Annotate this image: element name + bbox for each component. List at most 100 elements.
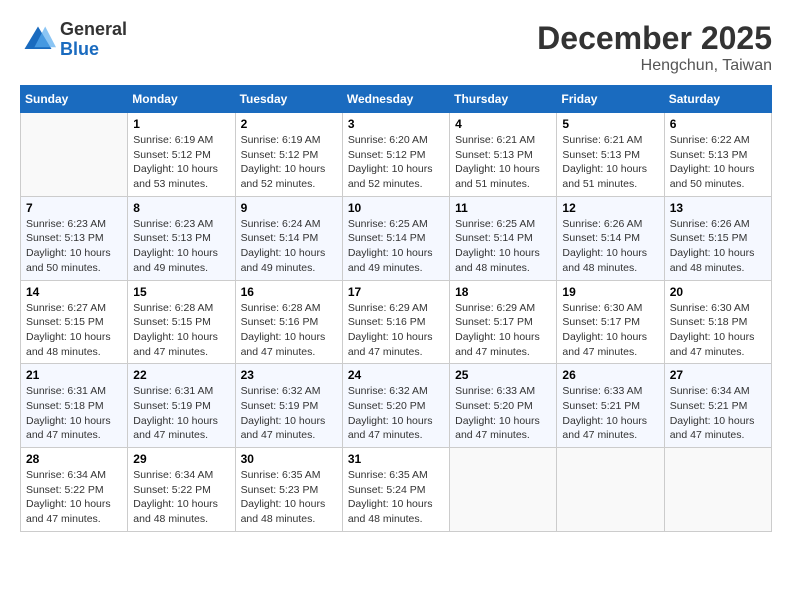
header-day-monday: Monday [128, 86, 235, 113]
calendar-header: SundayMondayTuesdayWednesdayThursdayFrid… [21, 86, 772, 113]
day-number: 22 [133, 368, 229, 382]
calendar-week-4: 21 Sunrise: 6:31 AMSunset: 5:18 PMDayligh… [21, 364, 772, 448]
day-info: Sunrise: 6:33 AMSunset: 5:21 PMDaylight:… [562, 384, 658, 443]
day-number: 6 [670, 117, 766, 131]
day-info: Sunrise: 6:19 AMSunset: 5:12 PMDaylight:… [133, 133, 229, 192]
calendar-cell: 23 Sunrise: 6:32 AMSunset: 5:19 PMDayligh… [235, 364, 342, 448]
calendar-cell: 29Sunrise: 6:34 AMSunset: 5:22 PMDayligh… [128, 448, 235, 532]
day-number: 2 [241, 117, 337, 131]
logo-icon [20, 22, 56, 58]
day-info: Sunrise: 6:32 AMSunset: 5:19 PMDaylight:… [241, 384, 337, 443]
calendar-cell: 30 Sunrise: 6:35 AMSunset: 5:23 PMDayligh… [235, 448, 342, 532]
calendar-cell: 19 Sunrise: 6:30 AMSunset: 5:17 PMDayligh… [557, 280, 664, 364]
day-number: 25 [455, 368, 551, 382]
day-info: Sunrise: 6:35 AMSunset: 5:23 PMDaylight:… [241, 468, 337, 527]
day-number: 10 [348, 201, 444, 215]
day-number: 8 [133, 201, 229, 215]
day-number: 27 [670, 368, 766, 382]
day-number: 7 [26, 201, 122, 215]
calendar-table: SundayMondayTuesdayWednesdayThursdayFrid… [20, 85, 772, 532]
calendar-cell: 22 Sunrise: 6:31 AMSunset: 5:19 PMDayligh… [128, 364, 235, 448]
header-day-friday: Friday [557, 86, 664, 113]
day-number: 5 [562, 117, 658, 131]
day-number: 26 [562, 368, 658, 382]
day-info: Sunrise: 6:34 AMSunset: 5:22 PMDaylight:… [133, 468, 229, 527]
day-number: 21 [26, 368, 122, 382]
calendar-cell: 5 Sunrise: 6:21 AMSunset: 5:13 PMDaylight… [557, 113, 664, 197]
day-info: Sunrise: 6:23 AMSunset: 5:13 PMDaylight:… [133, 217, 229, 276]
day-info: Sunrise: 6:23 AMSunset: 5:13 PMDaylight:… [26, 217, 122, 276]
day-number: 13 [670, 201, 766, 215]
logo-blue-text: Blue [60, 40, 127, 60]
day-info: Sunrise: 6:24 AMSunset: 5:14 PMDaylight:… [241, 217, 337, 276]
header-day-sunday: Sunday [21, 86, 128, 113]
location: Hengchun, Taiwan [537, 57, 772, 75]
day-info: Sunrise: 6:21 AMSunset: 5:13 PMDaylight:… [562, 133, 658, 192]
calendar-cell: 26 Sunrise: 6:33 AMSunset: 5:21 PMDayligh… [557, 364, 664, 448]
calendar-cell: 3 Sunrise: 6:20 AMSunset: 5:12 PMDaylight… [342, 113, 449, 197]
day-info: Sunrise: 6:22 AMSunset: 5:13 PMDaylight:… [670, 133, 766, 192]
calendar-cell: 2 Sunrise: 6:19 AMSunset: 5:12 PMDaylight… [235, 113, 342, 197]
day-number: 30 [241, 452, 337, 466]
day-info: Sunrise: 6:20 AMSunset: 5:12 PMDaylight:… [348, 133, 444, 192]
calendar-cell: 8 Sunrise: 6:23 AMSunset: 5:13 PMDaylight… [128, 196, 235, 280]
calendar-cell: 27Sunrise: 6:34 AMSunset: 5:21 PMDayligh… [664, 364, 771, 448]
calendar-week-3: 14Sunrise: 6:27 AMSunset: 5:15 PMDayligh… [21, 280, 772, 364]
day-info: Sunrise: 6:19 AMSunset: 5:12 PMDaylight:… [241, 133, 337, 192]
header-day-wednesday: Wednesday [342, 86, 449, 113]
header-day-saturday: Saturday [664, 86, 771, 113]
day-number: 23 [241, 368, 337, 382]
calendar-cell: 31 Sunrise: 6:35 AMSunset: 5:24 PMDayligh… [342, 448, 449, 532]
calendar-cell: 20Sunrise: 6:30 AMSunset: 5:18 PMDayligh… [664, 280, 771, 364]
day-info: Sunrise: 6:25 AMSunset: 5:14 PMDaylight:… [455, 217, 551, 276]
calendar-cell: 16 Sunrise: 6:28 AMSunset: 5:16 PMDayligh… [235, 280, 342, 364]
day-info: Sunrise: 6:30 AMSunset: 5:18 PMDaylight:… [670, 301, 766, 360]
day-info: Sunrise: 6:35 AMSunset: 5:24 PMDaylight:… [348, 468, 444, 527]
calendar-cell [557, 448, 664, 532]
day-number: 1 [133, 117, 229, 131]
day-number: 4 [455, 117, 551, 131]
calendar-body: 1 Sunrise: 6:19 AMSunset: 5:12 PMDaylight… [21, 113, 772, 532]
day-number: 3 [348, 117, 444, 131]
calendar-cell [664, 448, 771, 532]
calendar-cell [450, 448, 557, 532]
day-info: Sunrise: 6:26 AMSunset: 5:15 PMDaylight:… [670, 217, 766, 276]
day-number: 15 [133, 285, 229, 299]
header-row: SundayMondayTuesdayWednesdayThursdayFrid… [21, 86, 772, 113]
calendar-cell: 10 Sunrise: 6:25 AMSunset: 5:14 PMDayligh… [342, 196, 449, 280]
header-day-tuesday: Tuesday [235, 86, 342, 113]
logo: General Blue [20, 20, 127, 60]
calendar-cell: 12 Sunrise: 6:26 AMSunset: 5:14 PMDayligh… [557, 196, 664, 280]
page-header: General Blue December 2025 Hengchun, Tai… [20, 20, 772, 75]
header-day-thursday: Thursday [450, 86, 557, 113]
day-info: Sunrise: 6:26 AMSunset: 5:14 PMDaylight:… [562, 217, 658, 276]
calendar-week-1: 1 Sunrise: 6:19 AMSunset: 5:12 PMDaylight… [21, 113, 772, 197]
day-info: Sunrise: 6:29 AMSunset: 5:17 PMDaylight:… [455, 301, 551, 360]
calendar-week-5: 28Sunrise: 6:34 AMSunset: 5:22 PMDayligh… [21, 448, 772, 532]
calendar-cell: 28Sunrise: 6:34 AMSunset: 5:22 PMDayligh… [21, 448, 128, 532]
day-number: 9 [241, 201, 337, 215]
day-number: 31 [348, 452, 444, 466]
calendar-cell [21, 113, 128, 197]
day-info: Sunrise: 6:34 AMSunset: 5:22 PMDaylight:… [26, 468, 122, 527]
day-number: 18 [455, 285, 551, 299]
day-info: Sunrise: 6:21 AMSunset: 5:13 PMDaylight:… [455, 133, 551, 192]
day-info: Sunrise: 6:32 AMSunset: 5:20 PMDaylight:… [348, 384, 444, 443]
calendar-cell: 18 Sunrise: 6:29 AMSunset: 5:17 PMDayligh… [450, 280, 557, 364]
day-info: Sunrise: 6:28 AMSunset: 5:16 PMDaylight:… [241, 301, 337, 360]
calendar-cell: 21 Sunrise: 6:31 AMSunset: 5:18 PMDayligh… [21, 364, 128, 448]
day-number: 17 [348, 285, 444, 299]
day-info: Sunrise: 6:25 AMSunset: 5:14 PMDaylight:… [348, 217, 444, 276]
day-number: 16 [241, 285, 337, 299]
day-info: Sunrise: 6:31 AMSunset: 5:18 PMDaylight:… [26, 384, 122, 443]
calendar-cell: 7 Sunrise: 6:23 AMSunset: 5:13 PMDaylight… [21, 196, 128, 280]
day-info: Sunrise: 6:30 AMSunset: 5:17 PMDaylight:… [562, 301, 658, 360]
day-number: 19 [562, 285, 658, 299]
day-info: Sunrise: 6:29 AMSunset: 5:16 PMDaylight:… [348, 301, 444, 360]
day-info: Sunrise: 6:27 AMSunset: 5:15 PMDaylight:… [26, 301, 122, 360]
day-number: 12 [562, 201, 658, 215]
calendar-cell: 13 Sunrise: 6:26 AMSunset: 5:15 PMDayligh… [664, 196, 771, 280]
calendar-cell: 1 Sunrise: 6:19 AMSunset: 5:12 PMDaylight… [128, 113, 235, 197]
day-info: Sunrise: 6:31 AMSunset: 5:19 PMDaylight:… [133, 384, 229, 443]
day-number: 11 [455, 201, 551, 215]
